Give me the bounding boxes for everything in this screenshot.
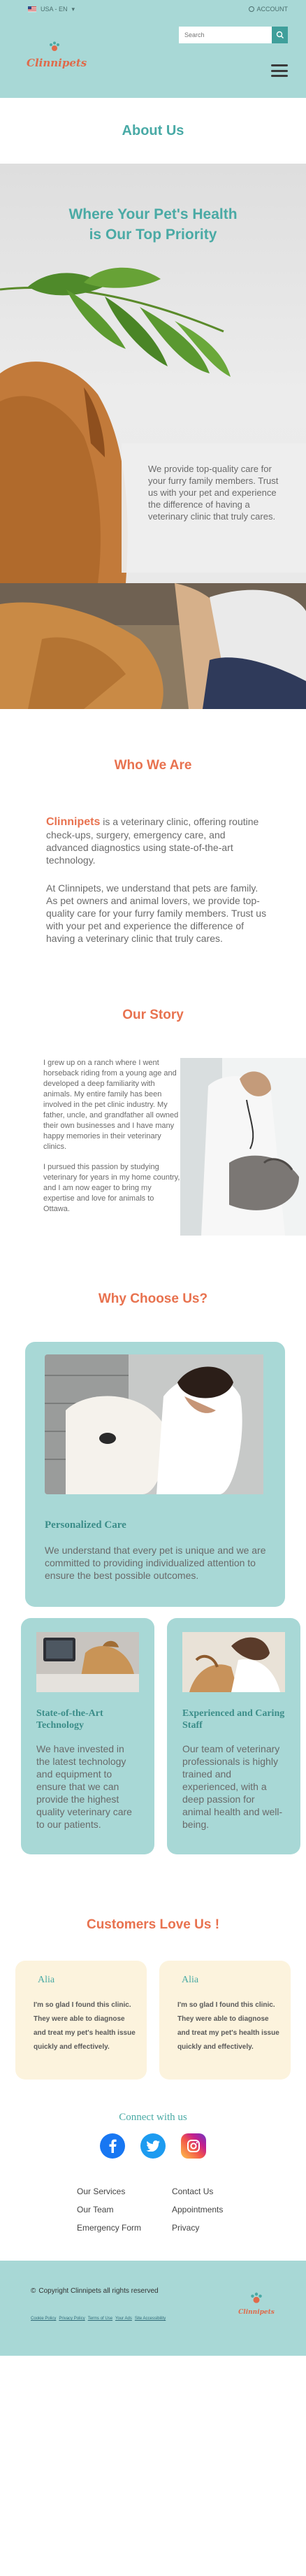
- copyright: © Copyright Clinnipets all rights reserv…: [31, 2287, 159, 2295]
- footer-link-contact-us[interactable]: Contact Us: [172, 2187, 256, 2196]
- brand-name: Clinnipets: [27, 57, 87, 69]
- legal-link-site-accessibility[interactable]: Site Accessibility: [135, 2317, 166, 2321]
- vet-kissing-dog-image: [45, 1354, 271, 1494]
- footer-link-appointments[interactable]: Appointments: [172, 2205, 256, 2214]
- brand-logo[interactable]: Clinnipets: [27, 41, 87, 69]
- story-text: I grew up on a ranch where I went horseb…: [43, 1058, 180, 1236]
- about-title-section: About Us: [0, 98, 306, 164]
- footer-link-our-services[interactable]: Our Services: [77, 2187, 172, 2196]
- hero-card: We provide top-quality care for your fur…: [122, 443, 306, 573]
- us-flag-icon: [28, 6, 36, 12]
- feature-card: Personalized Care We understand that eve…: [25, 1342, 285, 1607]
- testimonial-quote: I'm so glad I found this clinic. They we…: [177, 2001, 279, 2051]
- testimonial-quote: I'm so glad I found this clinic. They we…: [34, 2001, 136, 2051]
- connect-title: Connect with us: [119, 2112, 187, 2123]
- account-label: ACCOUNT: [256, 6, 289, 13]
- twitter-icon[interactable]: [140, 2133, 166, 2159]
- who-paragraph-1: Clinnipets is a veterinary clinic, offer…: [46, 815, 270, 866]
- section-title: Who We Are: [114, 758, 192, 773]
- search-input[interactable]: [179, 27, 272, 43]
- our-story-section: Our Story I grew up on a ranch where I w…: [0, 973, 306, 1264]
- story-paragraph-2: I pursued this passion by studying veter…: [43, 1163, 180, 1213]
- dog-ultrasound-image: [36, 1632, 139, 1692]
- legal-link-privacy-policy[interactable]: Privacy Policy: [59, 2317, 85, 2321]
- legal-links: Cookie Policy Privacy Policy Terms of Us…: [31, 2317, 166, 2321]
- site-footer: Connect with us Our Services Contact Us …: [0, 2080, 306, 2356]
- copyright-icon: ©: [31, 2287, 36, 2295]
- testimonials-section: Customers Love Us ! Alia I'm so glad I f…: [0, 1875, 306, 2080]
- brand-highlight: Clinnipets: [46, 816, 101, 828]
- feature-card: Experienced and Caring Staff Our team of…: [167, 1618, 300, 1854]
- legal-link-cookie-policy[interactable]: Cookie Policy: [31, 2317, 56, 2321]
- section-title: Customers Love Us !: [86, 1917, 220, 1932]
- instagram-icon[interactable]: [181, 2133, 206, 2159]
- section-title: Our Story: [122, 1008, 184, 1022]
- vet-with-dog-photo: [0, 583, 306, 709]
- hero-section: Where Your Pet's Health is Our Top Prior…: [0, 164, 306, 583]
- testimonial-card: Alia I'm so glad I found this clinic. Th…: [159, 1961, 291, 2080]
- legal-link-terms-of-use[interactable]: Terms of Use: [88, 2317, 112, 2321]
- story-paragraph-1: I grew up on a ranch where I went horseb…: [43, 1059, 179, 1151]
- feature-card-desc: We understand that every pet is unique a…: [45, 1545, 266, 1581]
- footer-bottom-bar: © Copyright Clinnipets all rights reserv…: [0, 2261, 306, 2356]
- section-title: Why Choose Us?: [98, 1291, 208, 1306]
- language-label: USA - EN: [41, 6, 68, 13]
- testimonial-card: Alia I'm so glad I found this clinic. Th…: [15, 1961, 147, 2080]
- footer-links: Our Services Contact Us Our Team Appoint…: [77, 2187, 306, 2233]
- vet-with-cat-image: [180, 1058, 306, 1236]
- who-paragraph-2: At Clinnipets, we understand that pets a…: [46, 882, 267, 944]
- social-links: [0, 2133, 306, 2159]
- testimonial-author: Alia: [38, 1975, 55, 1985]
- footer-brand-logo[interactable]: Clinnipets: [238, 2291, 275, 2316]
- search-bar: [179, 27, 288, 43]
- feature-card-desc: We have invested in the latest technolog…: [36, 1743, 132, 1830]
- language-selector[interactable]: USA - EN ▾: [28, 6, 75, 13]
- footer-link-privacy[interactable]: Privacy: [172, 2223, 256, 2233]
- footer-link-emergency-form[interactable]: Emergency Form: [77, 2223, 172, 2233]
- site-header: USA - EN ▾ ACCOUNT Clinnipets: [0, 0, 306, 98]
- hero-card-text: We provide top-quality care for your fur…: [148, 464, 279, 522]
- feature-card-desc: Our team of veterinary professionals is …: [182, 1743, 283, 1830]
- chevron-down-icon: ▾: [71, 5, 75, 13]
- testimonials-row: Alia I'm so glad I found this clinic. Th…: [15, 1961, 291, 2080]
- feature-card-title: Personalized Care: [45, 1519, 126, 1531]
- connect-section: Connect with us: [0, 2080, 306, 2159]
- hero-headline-line2: is Our Top Priority: [89, 227, 217, 243]
- why-choose-us-section: Why Choose Us? Personalized Care We unde…: [0, 1264, 306, 1875]
- vet-staff-with-dog-image: [182, 1632, 285, 1692]
- legal-link-your-ads[interactable]: Your Ads: [115, 2317, 132, 2321]
- top-bar: USA - EN ▾ ACCOUNT: [0, 0, 306, 18]
- hero-headline: Where Your Pet's Health is Our Top Prior…: [0, 204, 306, 245]
- feature-card: State-of-the-Art Technology We have inve…: [21, 1618, 154, 1854]
- footer-link-our-team[interactable]: Our Team: [77, 2205, 172, 2214]
- footer-brand-name: Clinnipets: [238, 2309, 275, 2316]
- feature-card-title: Experienced and Caring Staff: [182, 1708, 285, 1731]
- search-icon: [276, 31, 284, 38]
- vet-with-dog-image: [0, 583, 306, 709]
- account-link[interactable]: ACCOUNT: [248, 6, 289, 13]
- paw-logo-icon: [50, 41, 59, 51]
- search-button[interactable]: [272, 27, 288, 43]
- story-body: I grew up on a ranch where I went horseb…: [0, 1058, 306, 1236]
- testimonial-author: Alia: [182, 1975, 199, 1985]
- menu-icon[interactable]: [271, 64, 288, 77]
- page-title: About Us: [122, 122, 184, 138]
- feature-cards-row: State-of-the-Art Technology We have inve…: [21, 1618, 300, 1854]
- who-we-are-section: Who We Are Clinnipets is a veterinary cl…: [0, 709, 306, 973]
- paw-logo-icon: [251, 2292, 262, 2303]
- user-icon: [248, 6, 254, 12]
- facebook-icon[interactable]: [100, 2133, 125, 2159]
- copyright-text: Copyright Clinnipets all rights reserved: [38, 2287, 159, 2295]
- feature-card-title: State-of-the-Art Technology: [36, 1708, 103, 1731]
- hero-headline-line1: Where Your Pet's Health: [68, 206, 238, 222]
